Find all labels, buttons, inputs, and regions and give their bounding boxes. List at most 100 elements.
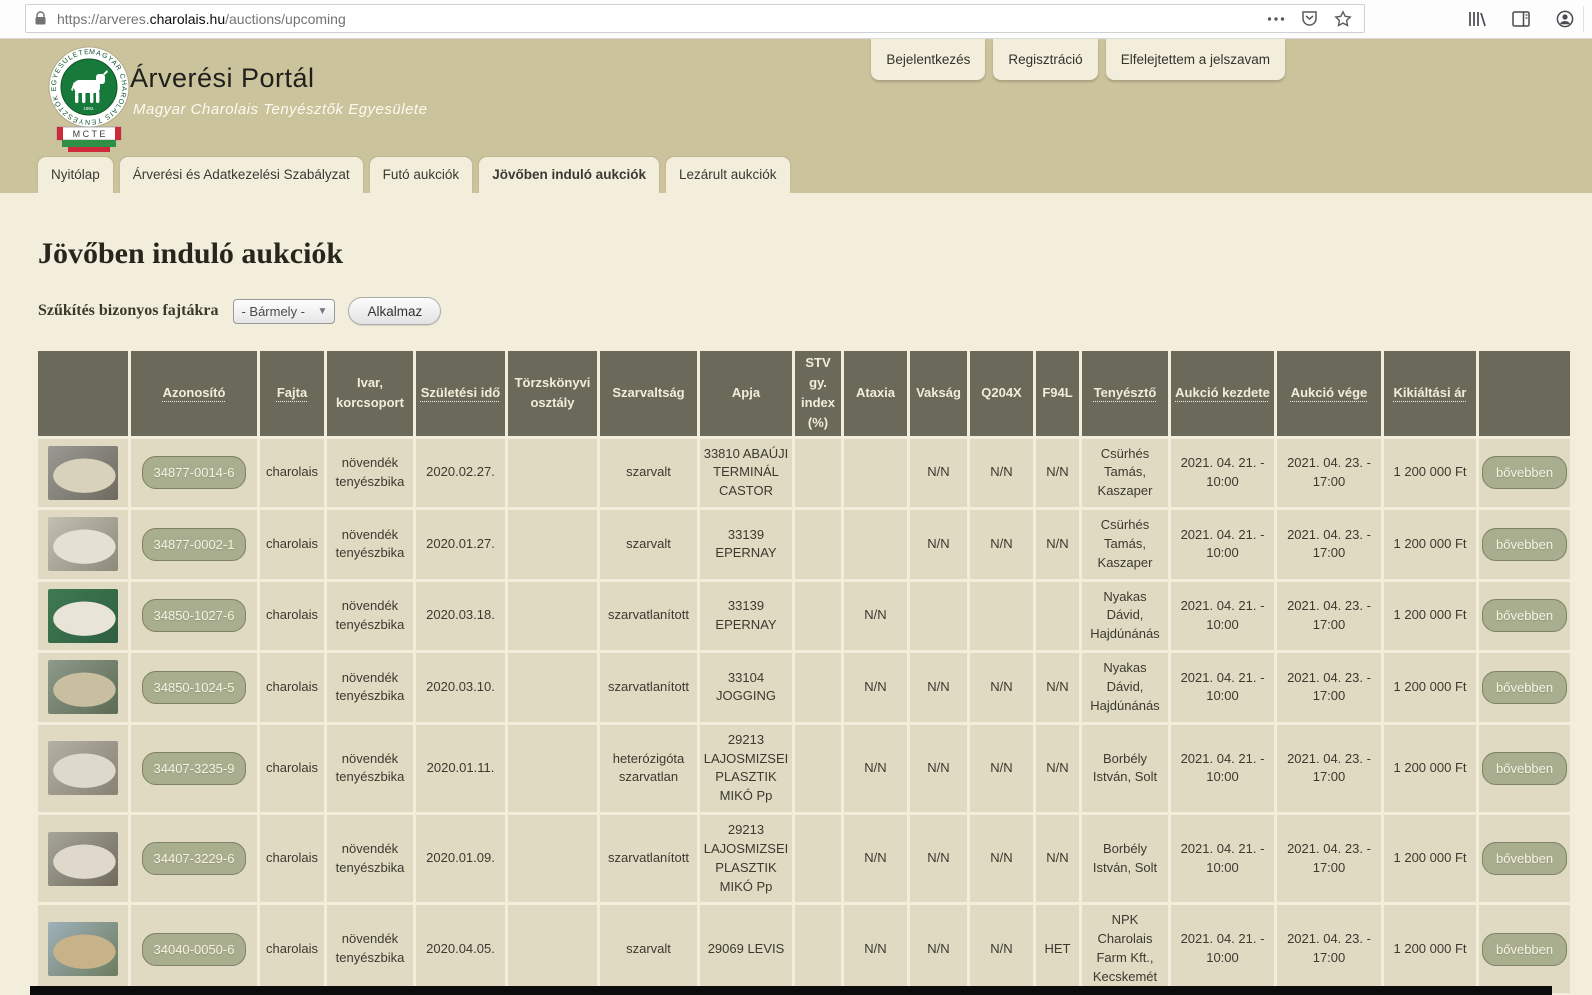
cell-szuletesi-ido: 2020.03.18.: [416, 582, 505, 651]
col-header-azonosito[interactable]: Azonosító: [131, 351, 257, 436]
cell-ataxia: [844, 510, 907, 579]
cell-azonosito: 34040-0050-6: [131, 905, 257, 992]
cell-q204x: N/N: [970, 815, 1033, 902]
url-text: https://arveres.charolais.hu/auctions/up…: [57, 11, 1267, 27]
col-header-torzskonyvi-osztaly: Törzskönyvi osztály: [508, 351, 597, 436]
animal-id-button[interactable]: 34407-3235-9: [142, 752, 247, 785]
library-icon[interactable]: [1468, 11, 1486, 27]
col-header-stv-gy-index: STV gy. index (%): [795, 351, 841, 436]
cell-ivar-korcsoport: növendék tenyészbika: [327, 905, 413, 992]
cell-vaksag: [910, 582, 967, 651]
details-button[interactable]: bővebben: [1482, 671, 1567, 704]
lock-icon[interactable]: [34, 11, 47, 26]
cattle-photo: [48, 446, 118, 500]
details-button[interactable]: bővebben: [1482, 933, 1567, 966]
cell-fajta: charolais: [260, 725, 324, 812]
forgot-password-button[interactable]: Elfelejtettem a jelszavam: [1106, 39, 1285, 80]
animal-id-button[interactable]: 34850-1027-6: [142, 599, 247, 632]
cell-ivar-korcsoport: növendék tenyészbika: [327, 510, 413, 579]
animal-id-button[interactable]: 34407-3229-6: [142, 842, 247, 875]
cell-torzskonyvi-osztaly: [508, 905, 597, 992]
cell-apja: 33104 JOGGING: [700, 653, 792, 722]
animal-id-button[interactable]: 34850-1024-5: [142, 671, 247, 704]
tab-lezarult-aukciok[interactable]: Lezárult aukciók: [666, 157, 790, 193]
tab-szabalyzat[interactable]: Árverési és Adatkezelési Szabályzat: [120, 157, 363, 193]
bottom-black-bar: [30, 986, 1552, 995]
cell-aukcio-vege: 2021. 04. 23. - 17:00: [1277, 905, 1381, 992]
tab-jovoben-indulo-aukciok[interactable]: Jövőben induló aukciók: [479, 157, 659, 193]
cell-details: bővebben: [1479, 510, 1570, 579]
cell-vaksag: N/N: [910, 439, 967, 508]
cell-azonosito: 34877-0002-1: [131, 510, 257, 579]
cell-fajta: charolais: [260, 439, 324, 508]
table-row: 34407-3235-9 charolaisnövendék tenyészbik…: [38, 725, 1570, 812]
cell-aukcio-vege: 2021. 04. 23. - 17:00: [1277, 582, 1381, 651]
cell-kikialtasi-ar: 1 200 000 Ft: [1384, 653, 1476, 722]
cattle-photo: [48, 741, 118, 795]
cell-ivar-korcsoport: növendék tenyészbika: [327, 653, 413, 722]
animal-id-button[interactable]: 34877-0014-6: [142, 456, 247, 489]
cell-kikialtasi-ar: 1 200 000 Ft: [1384, 725, 1476, 812]
tab-futo-aukciok[interactable]: Futó aukciók: [370, 157, 473, 193]
site-title: Árverési Portál: [130, 63, 315, 94]
cell-torzskonyvi-osztaly: [508, 582, 597, 651]
cell-apja: 33139 EPERNAY: [700, 510, 792, 579]
mcte-flag-ribbon: M C T E: [57, 127, 121, 152]
cell-f94l: N/N: [1036, 510, 1079, 579]
cell-szuletesi-ido: 2020.01.09.: [416, 815, 505, 902]
cell-stv-gy-index: [795, 510, 841, 579]
animal-id-button[interactable]: 34040-0050-6: [142, 933, 247, 966]
cell-ivar-korcsoport: növendék tenyészbika: [327, 725, 413, 812]
col-header-kikialtasi-ar[interactable]: Kikiáltási ár: [1384, 351, 1476, 436]
cell-stv-gy-index: [795, 653, 841, 722]
cell-q204x: N/N: [970, 510, 1033, 579]
details-button[interactable]: bővebben: [1482, 752, 1567, 785]
bookmark-star-icon[interactable]: [1334, 10, 1352, 28]
table-row: 34877-0002-1charolaisnövendék tenyészbik…: [38, 510, 1570, 579]
animal-id-button[interactable]: 34877-0002-1: [142, 528, 247, 561]
details-button[interactable]: bővebben: [1482, 599, 1567, 632]
main-content: Jövőben induló aukciók Szűkítés bizonyos…: [0, 193, 1592, 995]
account-icon[interactable]: [1556, 10, 1574, 28]
cell-ataxia: N/N: [844, 905, 907, 992]
cell-details: bővebben: [1479, 905, 1570, 992]
cell-details: bővebben: [1479, 439, 1570, 508]
page: https://arveres.charolais.hu/auctions/up…: [0, 0, 1592, 995]
cell-szarvaltsag: szarvalt: [600, 510, 697, 579]
cell-aukcio-kezdete: 2021. 04. 21. - 10:00: [1171, 439, 1274, 508]
cell-ataxia: N/N: [844, 815, 907, 902]
col-header-ivar-korcsoport: Ivar, korcsoport: [327, 351, 413, 436]
col-header-aukcio-vege[interactable]: Aukció vége: [1277, 351, 1381, 436]
sidebar-icon[interactable]: [1512, 11, 1530, 27]
cell-tenyeszto: Csürhés Tamás, Kaszaper: [1082, 510, 1168, 579]
apply-button[interactable]: Alkalmaz: [348, 297, 441, 325]
details-button[interactable]: bővebben: [1482, 528, 1567, 561]
cell-kikialtasi-ar: 1 200 000 Ft: [1384, 510, 1476, 579]
details-button[interactable]: bővebben: [1482, 842, 1567, 875]
svg-text:1992.: 1992.: [83, 106, 94, 111]
col-header-szuletesi-ido[interactable]: Születési idő: [416, 351, 505, 436]
cell-tenyeszto: NPK Charolais Farm Kft., Kecskemét: [1082, 905, 1168, 992]
tab-nyitolap[interactable]: Nyitólap: [38, 157, 113, 193]
breed-select[interactable]: - Bármely - ▼: [233, 299, 335, 324]
col-header-fajta[interactable]: Fajta: [260, 351, 324, 436]
cell-aukcio-vege: 2021. 04. 23. - 17:00: [1277, 815, 1381, 902]
col-header-photo: [38, 351, 128, 436]
cell-tenyeszto: Csürhés Tamás, Kaszaper: [1082, 439, 1168, 508]
cell-q204x: N/N: [970, 725, 1033, 812]
pocket-icon[interactable]: [1301, 10, 1318, 27]
cell-ivar-korcsoport: növendék tenyészbika: [327, 582, 413, 651]
cell-szuletesi-ido: 2020.03.10.: [416, 653, 505, 722]
cell-photo: [38, 653, 128, 722]
col-header-tenyeszto[interactable]: Tenyésztő: [1082, 351, 1168, 436]
cattle-photo: [48, 517, 118, 571]
url-bar[interactable]: https://arveres.charolais.hu/auctions/up…: [25, 4, 1365, 33]
cell-stv-gy-index: [795, 905, 841, 992]
cell-szarvaltsag: szarvatlanított: [600, 582, 697, 651]
details-button[interactable]: bővebben: [1482, 456, 1567, 489]
login-button[interactable]: Bejelentkezés: [871, 39, 985, 80]
col-header-aukcio-kezdete[interactable]: Aukció kezdete: [1171, 351, 1274, 436]
register-button[interactable]: Regisztráció: [993, 39, 1097, 80]
page-actions-icon[interactable]: [1267, 16, 1285, 22]
cell-aukcio-vege: 2021. 04. 23. - 17:00: [1277, 653, 1381, 722]
